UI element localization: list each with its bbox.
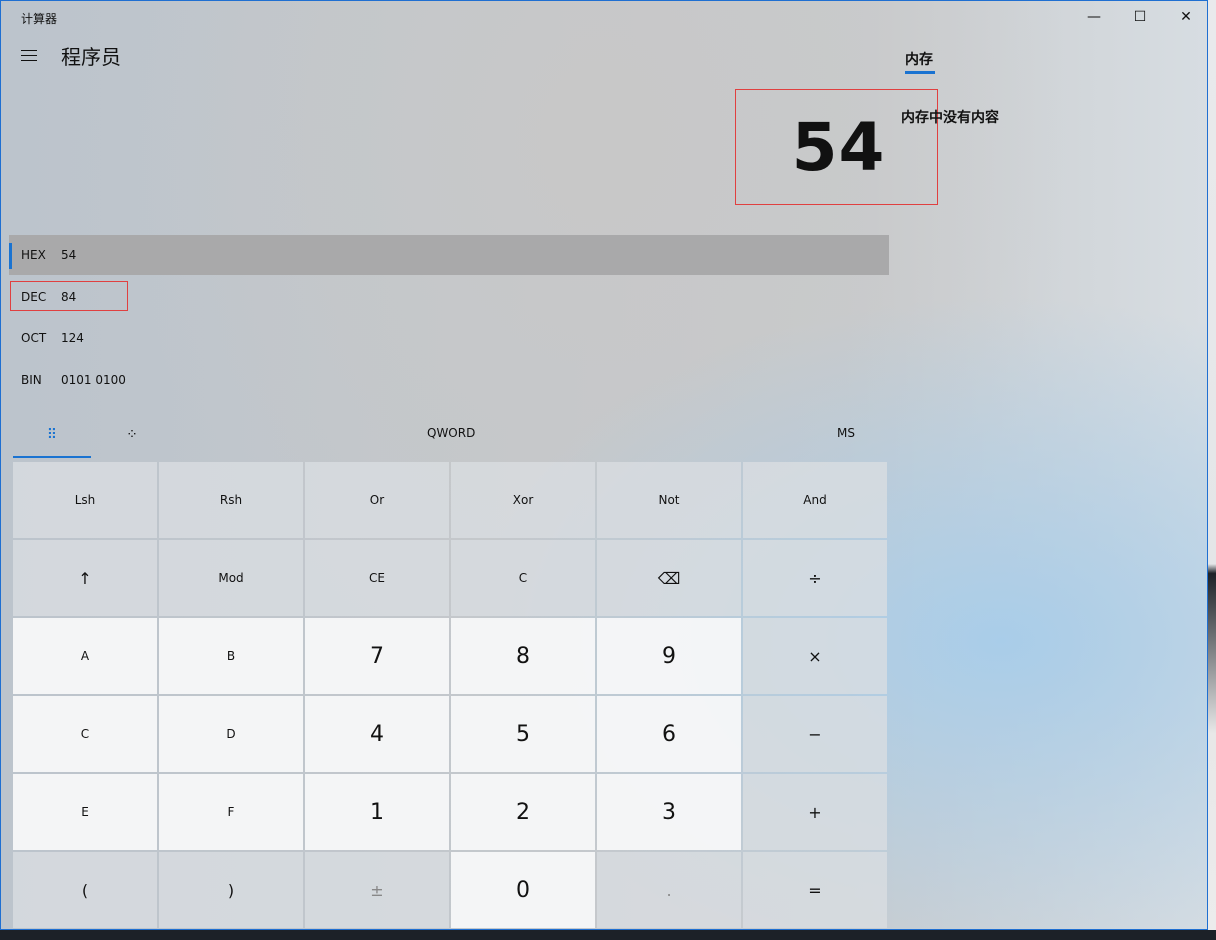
hamburger-icon (21, 49, 37, 61)
decimal-button[interactable]: . (597, 852, 741, 928)
keypad-tab-indicator (13, 456, 91, 458)
backspace-button[interactable]: ⌫ (597, 540, 741, 616)
maximize-icon: ☐ (1133, 9, 1147, 25)
digit-9-button[interactable]: 9 (597, 618, 741, 694)
radix-row-hex[interactable]: HEX 54 (9, 235, 889, 275)
open-paren-button[interactable]: ( (13, 852, 157, 928)
radix-label: OCT (21, 331, 47, 345)
radix-value: 54 (61, 248, 77, 262)
hex-e-button[interactable]: E (13, 774, 157, 850)
digit-1-button[interactable]: 1 (305, 774, 449, 850)
digit-3-button[interactable]: 3 (597, 774, 741, 850)
word-size-button[interactable]: QWORD (427, 426, 475, 440)
hex-b-button[interactable]: B (159, 618, 303, 694)
minimize-icon: — (1087, 9, 1101, 25)
radix-row-dec[interactable]: DEC 84 (9, 277, 889, 317)
digit-5-button[interactable]: 5 (451, 696, 595, 772)
negate-button[interactable]: ± (305, 852, 449, 928)
title-bar[interactable]: 计算器 — ☐ ✕ (1, 1, 1207, 33)
xor-button[interactable]: Xor (451, 462, 595, 538)
subtract-button[interactable]: − (743, 696, 887, 772)
and-button[interactable]: And (743, 462, 887, 538)
memory-store-button[interactable]: MS (837, 426, 855, 440)
radix-label: BIN (21, 373, 42, 387)
dec-highlight-box (10, 281, 128, 311)
digit-6-button[interactable]: 6 (597, 696, 741, 772)
close-paren-button[interactable]: ) (159, 852, 303, 928)
digit-8-button[interactable]: 8 (451, 618, 595, 694)
hex-f-button[interactable]: F (159, 774, 303, 850)
multiply-button[interactable]: × (743, 618, 887, 694)
radix-value: 124 (61, 331, 84, 345)
radix-value: 0101 0100 (61, 373, 126, 387)
bit-toggle-icon: ⁘ (126, 427, 138, 443)
window-title: 计算器 (21, 12, 58, 26)
navigation-menu-button[interactable] (13, 39, 45, 71)
radix-row-oct[interactable]: OCT 124 (9, 318, 889, 358)
clear-entry-button[interactable]: CE (305, 540, 449, 616)
rsh-button[interactable]: Rsh (159, 462, 303, 538)
digit-0-button[interactable]: 0 (451, 852, 595, 928)
or-button[interactable]: Or (305, 462, 449, 538)
maximize-button[interactable]: ☐ (1117, 1, 1163, 33)
hex-a-button[interactable]: A (13, 618, 157, 694)
desktop-edge (1208, 0, 1216, 940)
add-button[interactable]: + (743, 774, 887, 850)
clear-button[interactable]: C (451, 540, 595, 616)
minimize-button[interactable]: — (1071, 1, 1117, 33)
tab-bit-toggle-keypad[interactable]: ⁘ (120, 423, 144, 447)
close-button[interactable]: ✕ (1163, 1, 1207, 33)
desktop-taskbar-edge (0, 930, 1216, 940)
memory-tab-indicator (905, 71, 935, 74)
divide-button[interactable]: ÷ (743, 540, 887, 616)
radix-label: HEX (21, 248, 46, 262)
hex-c-button[interactable]: C (13, 696, 157, 772)
tab-memory[interactable]: 内存 (905, 49, 933, 69)
mode-title: 程序员 (61, 45, 121, 69)
tab-full-keypad[interactable]: ⠿ (40, 423, 64, 447)
selection-indicator (9, 243, 12, 269)
display-value: 54 (791, 108, 886, 186)
digit-7-button[interactable]: 7 (305, 618, 449, 694)
keypad-tab-row: ⠿ ⁘ QWORD MS (13, 413, 885, 458)
calculator-window: 计算器 — ☐ ✕ 程序员 54 内存 内存中没有内容 HEX 54 DEC 8… (0, 0, 1208, 930)
equals-button[interactable]: = (743, 852, 887, 928)
hex-d-button[interactable]: D (159, 696, 303, 772)
shift-up-button[interactable]: ↑ (13, 540, 157, 616)
close-icon: ✕ (1180, 9, 1192, 25)
digit-4-button[interactable]: 4 (305, 696, 449, 772)
digit-2-button[interactable]: 2 (451, 774, 595, 850)
keypad: Lsh Rsh Or Xor Not And ↑ Mod CE C ⌫ ÷ A … (13, 462, 887, 928)
keypad-icon: ⠿ (46, 427, 58, 443)
lsh-button[interactable]: Lsh (13, 462, 157, 538)
mod-button[interactable]: Mod (159, 540, 303, 616)
not-button[interactable]: Not (597, 462, 741, 538)
radix-row-bin[interactable]: BIN 0101 0100 (9, 360, 889, 400)
memory-empty-message: 内存中没有内容 (901, 110, 999, 126)
